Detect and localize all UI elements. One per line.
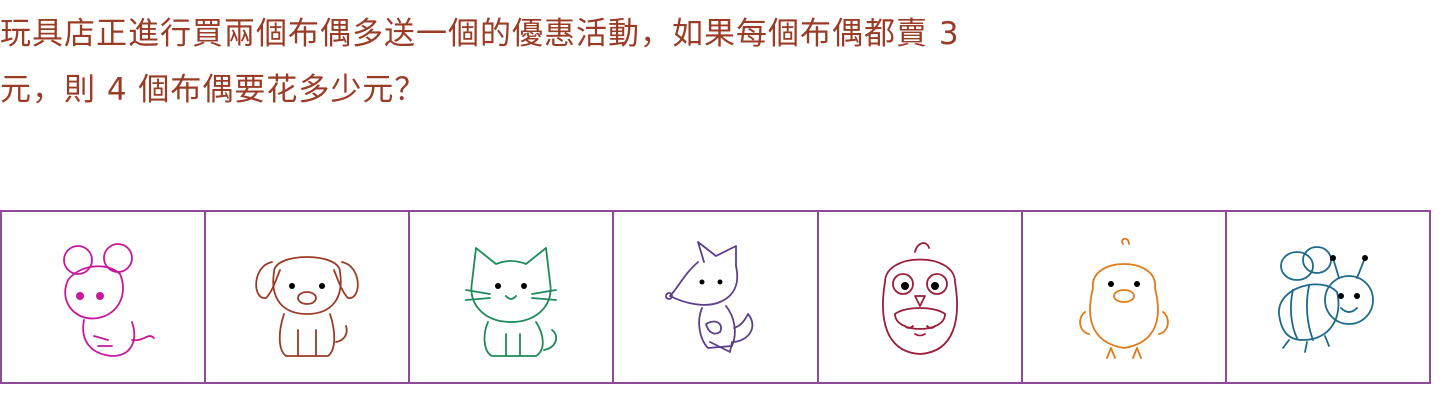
chick-icon bbox=[1078, 237, 1169, 359]
toy-card-bee bbox=[1227, 212, 1429, 382]
toy-card-owl bbox=[819, 212, 1023, 382]
toy-card-cat bbox=[410, 212, 615, 382]
question-text: 玩具店正進行買兩個布偶多送一個的優惠活動，如果每個布偶都賣 3 元，則 4 個布… bbox=[0, 6, 1451, 118]
toy-card-fox bbox=[614, 212, 819, 382]
toy-card-dog bbox=[206, 212, 411, 382]
owl-icon bbox=[881, 242, 958, 355]
question-line-1: 玩具店正進行買兩個布偶多送一個的優惠活動，如果每個布偶都賣 3 bbox=[0, 16, 960, 52]
cat-icon bbox=[465, 247, 558, 357]
toy-card-chick bbox=[1023, 212, 1227, 382]
fox-icon bbox=[665, 241, 754, 353]
bee-icon bbox=[1278, 246, 1374, 353]
dog-icon bbox=[255, 256, 359, 357]
toy-card-row bbox=[0, 210, 1431, 384]
mouse-icon bbox=[63, 243, 155, 357]
toy-card-mouse bbox=[2, 212, 207, 382]
question-line-2: 元，則 4 個布偶要花多少元？ bbox=[0, 72, 427, 108]
